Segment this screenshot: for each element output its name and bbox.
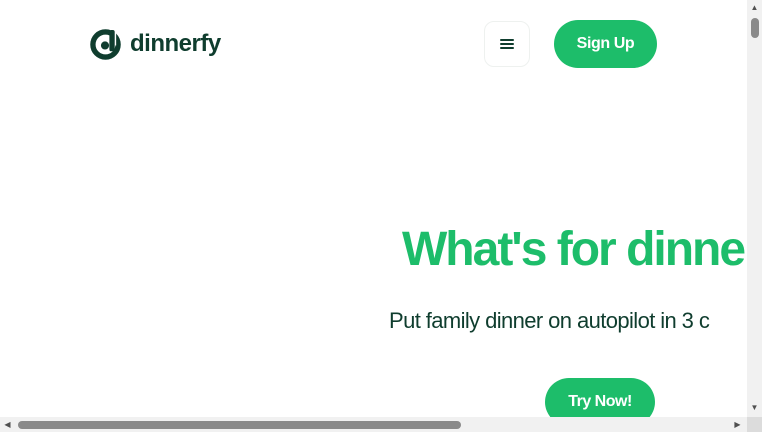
- page-viewport: dinnerfy Sign Up What's for dinner? Put …: [0, 0, 747, 417]
- hero-title: What's for dinner?: [402, 223, 747, 276]
- vertical-scroll-thumb[interactable]: [751, 18, 759, 38]
- scroll-down-arrow-icon[interactable]: ▼: [750, 403, 759, 412]
- brand-logo[interactable]: dinnerfy: [90, 28, 221, 60]
- horizontal-scroll-thumb[interactable]: [18, 421, 461, 429]
- hero-subtitle: Put family dinner on autopilot in 3 c: [389, 308, 710, 333]
- horizontal-scrollbar[interactable]: ◀ ▶: [0, 417, 747, 432]
- scroll-up-arrow-icon[interactable]: ▲: [750, 3, 759, 12]
- scroll-left-arrow-icon[interactable]: ◀: [3, 420, 12, 429]
- try-now-button[interactable]: Try Now!: [545, 378, 655, 417]
- scroll-right-arrow-icon[interactable]: ▶: [733, 420, 742, 429]
- dinnerfy-logo-icon: [90, 28, 121, 60]
- menu-button[interactable]: [484, 21, 530, 67]
- vertical-scrollbar[interactable]: ▲ ▼: [747, 0, 762, 417]
- brand-name: dinnerfy: [130, 30, 221, 57]
- signup-button[interactable]: Sign Up: [554, 20, 657, 68]
- scrollbar-corner: [747, 417, 762, 432]
- hamburger-menu-icon: [500, 39, 514, 49]
